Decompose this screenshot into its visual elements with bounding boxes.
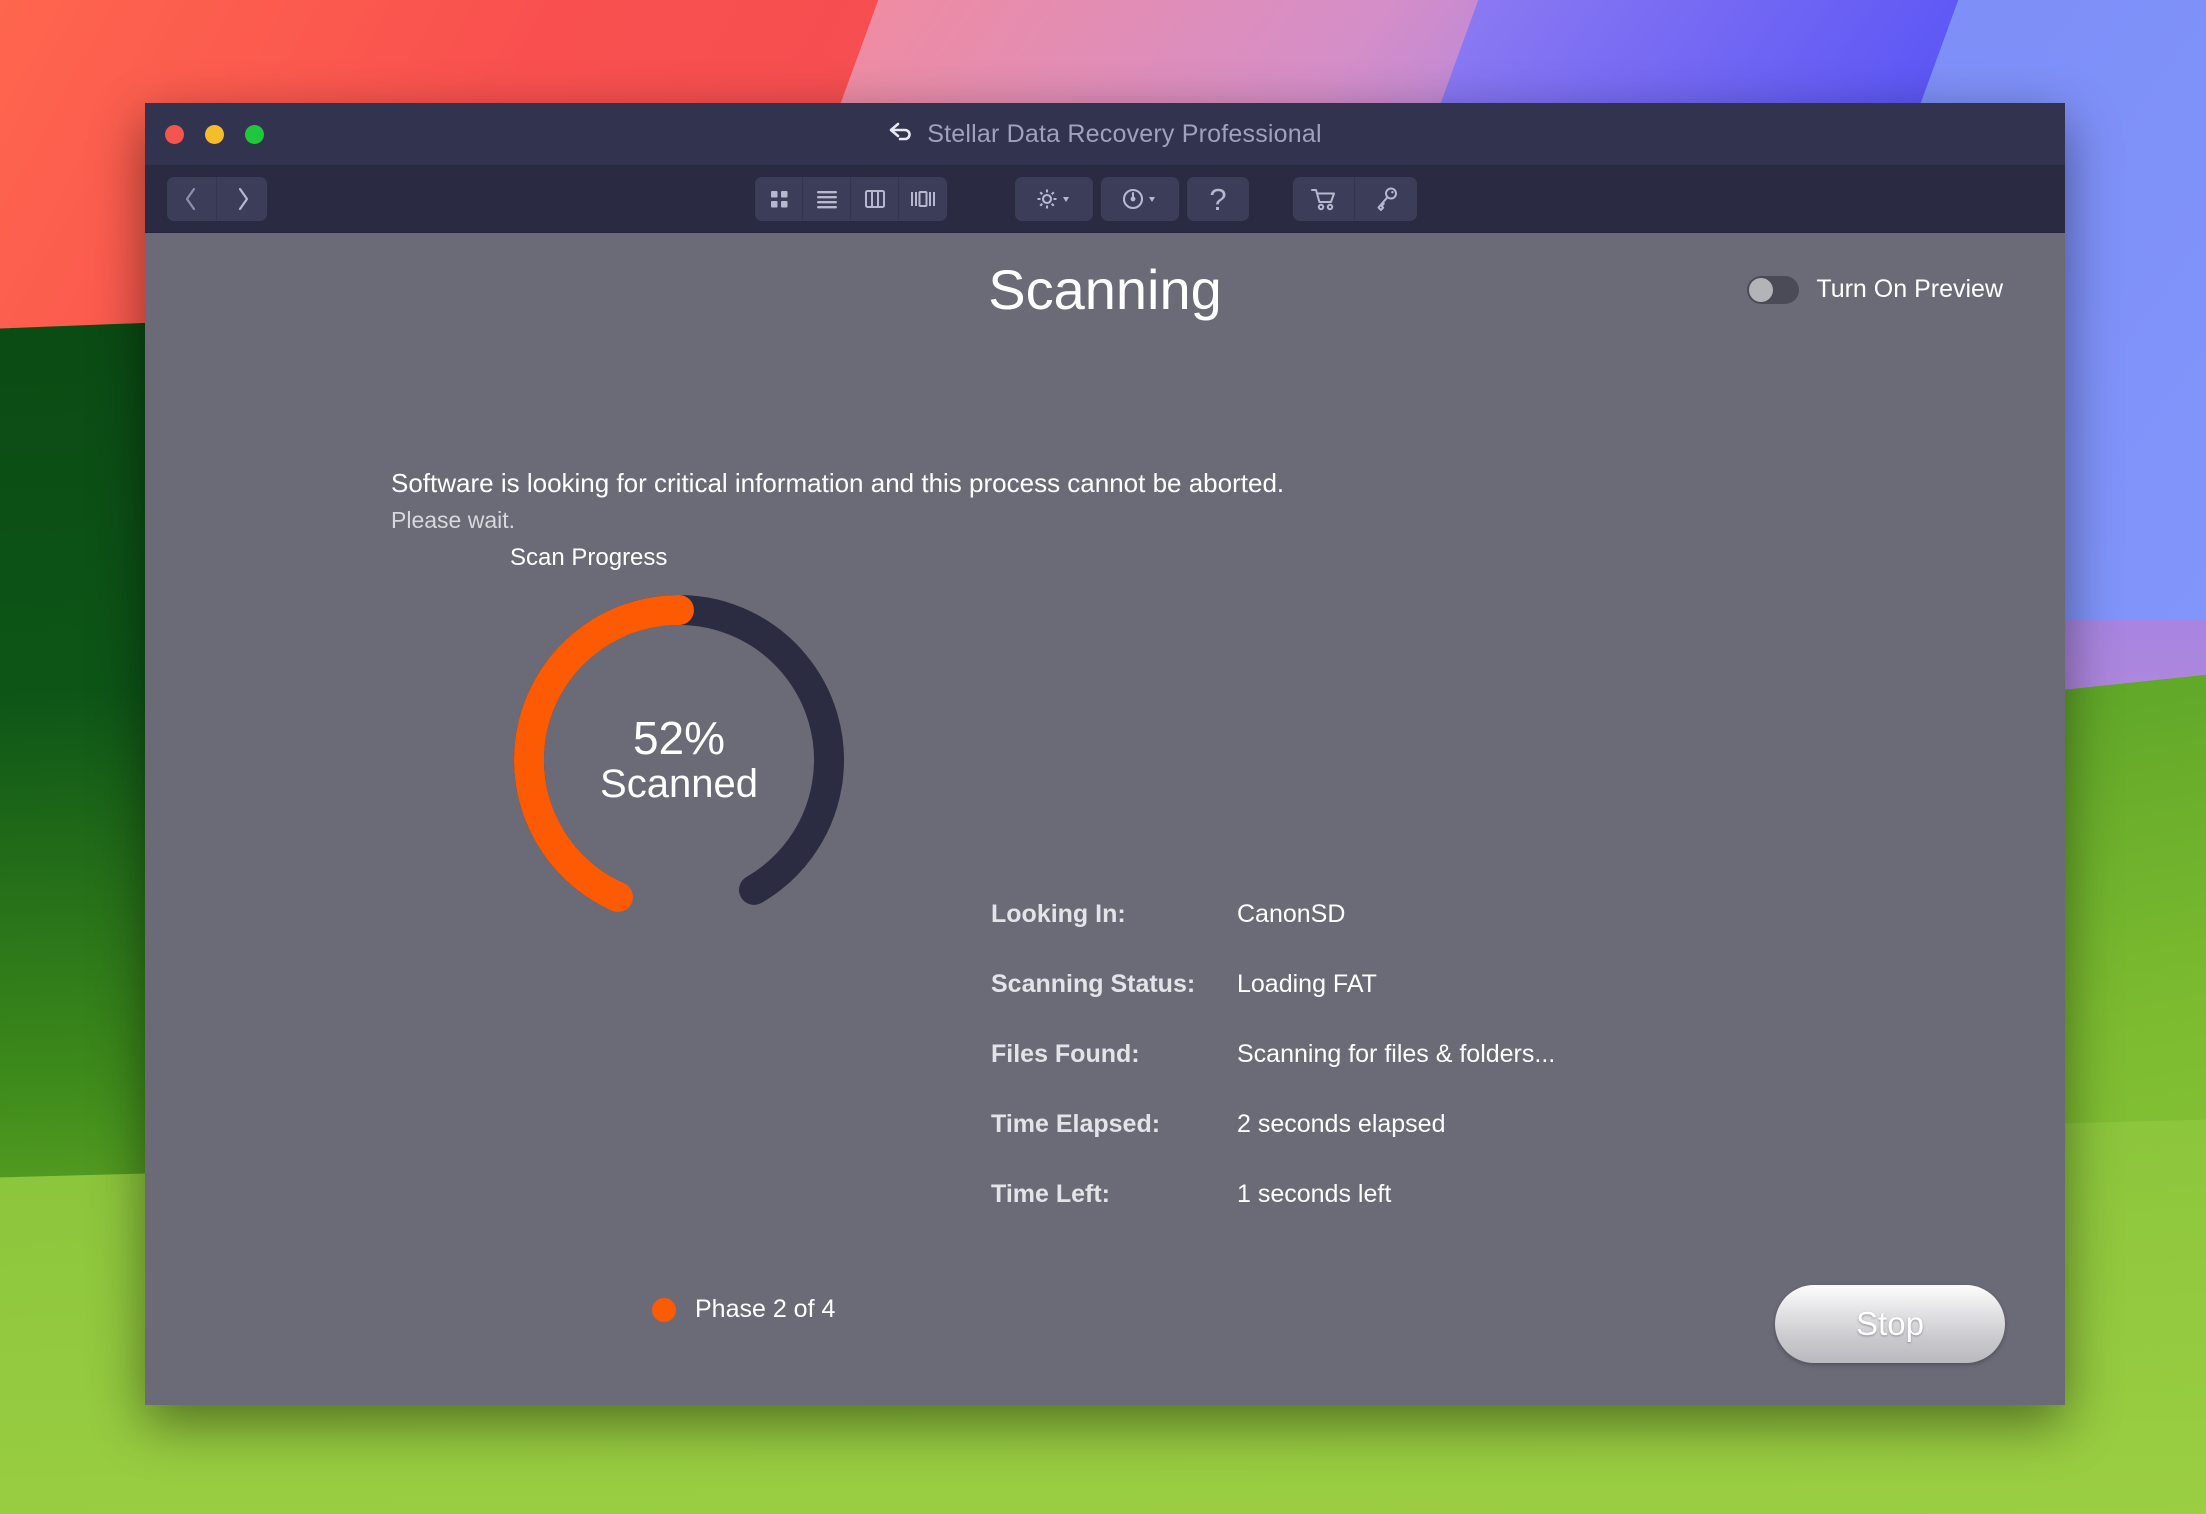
detail-value: Scanning for files & folders... bbox=[1237, 1040, 1556, 1068]
back-arrow-icon bbox=[888, 121, 914, 148]
toggle-knob bbox=[1749, 277, 1774, 302]
app-window: Stellar Data Recovery Professional ? Sca… bbox=[145, 103, 2065, 1405]
detail-label: Time Left: bbox=[991, 1180, 1110, 1208]
detail-row: Files Found: Scanning for files & folders… bbox=[991, 1040, 1555, 1110]
detail-label: Files Found: bbox=[991, 1040, 1140, 1068]
detail-row: Time Elapsed: 2 seconds elapsed bbox=[991, 1110, 1555, 1180]
detail-value: 2 seconds elapsed bbox=[1237, 1110, 1446, 1138]
nav-button-group bbox=[167, 177, 267, 221]
phase-label: Phase 2 of 4 bbox=[695, 1295, 836, 1323]
window-title-group: Stellar Data Recovery Professional bbox=[145, 103, 2065, 165]
phase-dot-icon bbox=[652, 1297, 676, 1322]
detail-value: CanonSD bbox=[1237, 900, 1346, 928]
desktop-wallpaper: Stellar Data Recovery Professional ? Sca… bbox=[0, 0, 2206, 1514]
list-view-icon[interactable] bbox=[803, 177, 851, 221]
key-icon[interactable] bbox=[1355, 177, 1417, 221]
purchase-button-group bbox=[1293, 177, 1417, 221]
detail-row: Time Left: 1 seconds left bbox=[991, 1180, 1555, 1250]
gauge-svg bbox=[514, 595, 844, 913]
action-button-group: ? bbox=[1015, 177, 1249, 221]
detail-value: 1 seconds left bbox=[1237, 1180, 1392, 1208]
detail-label: Looking In: bbox=[991, 900, 1126, 928]
detail-label: Time Elapsed: bbox=[991, 1110, 1161, 1138]
gauge-fill-arc bbox=[514, 595, 694, 913]
intro-line-primary: Software is looking for critical informa… bbox=[391, 468, 1285, 498]
gallery-view-icon[interactable] bbox=[899, 177, 947, 221]
main-content: Scanning Turn On Preview Software is loo… bbox=[145, 233, 2065, 1405]
forward-button[interactable] bbox=[217, 177, 267, 221]
help-icon[interactable]: ? bbox=[1187, 177, 1249, 221]
preview-toggle-label: Turn On Preview bbox=[1816, 275, 2003, 303]
intro-text-block: Software is looking for critical informa… bbox=[391, 466, 1284, 535]
preview-toggle-switch[interactable] bbox=[1747, 275, 1800, 304]
history-icon[interactable] bbox=[1101, 177, 1179, 221]
window-title: Stellar Data Recovery Professional bbox=[927, 119, 1322, 148]
preview-toggle-group[interactable]: Turn On Preview bbox=[1747, 275, 2003, 304]
detail-row: Looking In: CanonSD bbox=[991, 900, 1555, 970]
stop-button[interactable]: Stop bbox=[1775, 1285, 2005, 1363]
toolbar: ? bbox=[145, 165, 2065, 233]
detail-row: Scanning Status: Loading FAT bbox=[991, 970, 1555, 1040]
column-view-icon[interactable] bbox=[851, 177, 899, 221]
view-mode-group bbox=[755, 177, 947, 221]
back-button[interactable] bbox=[167, 177, 217, 221]
detail-value: Loading FAT bbox=[1237, 970, 1377, 998]
scan-progress-gauge: 52% Scanned bbox=[463, 580, 895, 940]
gear-icon[interactable] bbox=[1015, 177, 1093, 221]
grid-view-icon[interactable] bbox=[755, 177, 803, 221]
detail-label: Scanning Status: bbox=[991, 970, 1196, 998]
intro-line-secondary: Please wait. bbox=[391, 506, 516, 533]
cart-icon[interactable] bbox=[1293, 177, 1355, 221]
scan-progress-label: Scan Progress bbox=[510, 544, 668, 571]
phase-indicator: Phase 2 of 4 bbox=[652, 1295, 835, 1324]
scan-details-list: Looking In: CanonSD Scanning Status: Loadin… bbox=[991, 900, 1555, 1250]
window-titlebar: Stellar Data Recovery Professional bbox=[145, 103, 2065, 165]
